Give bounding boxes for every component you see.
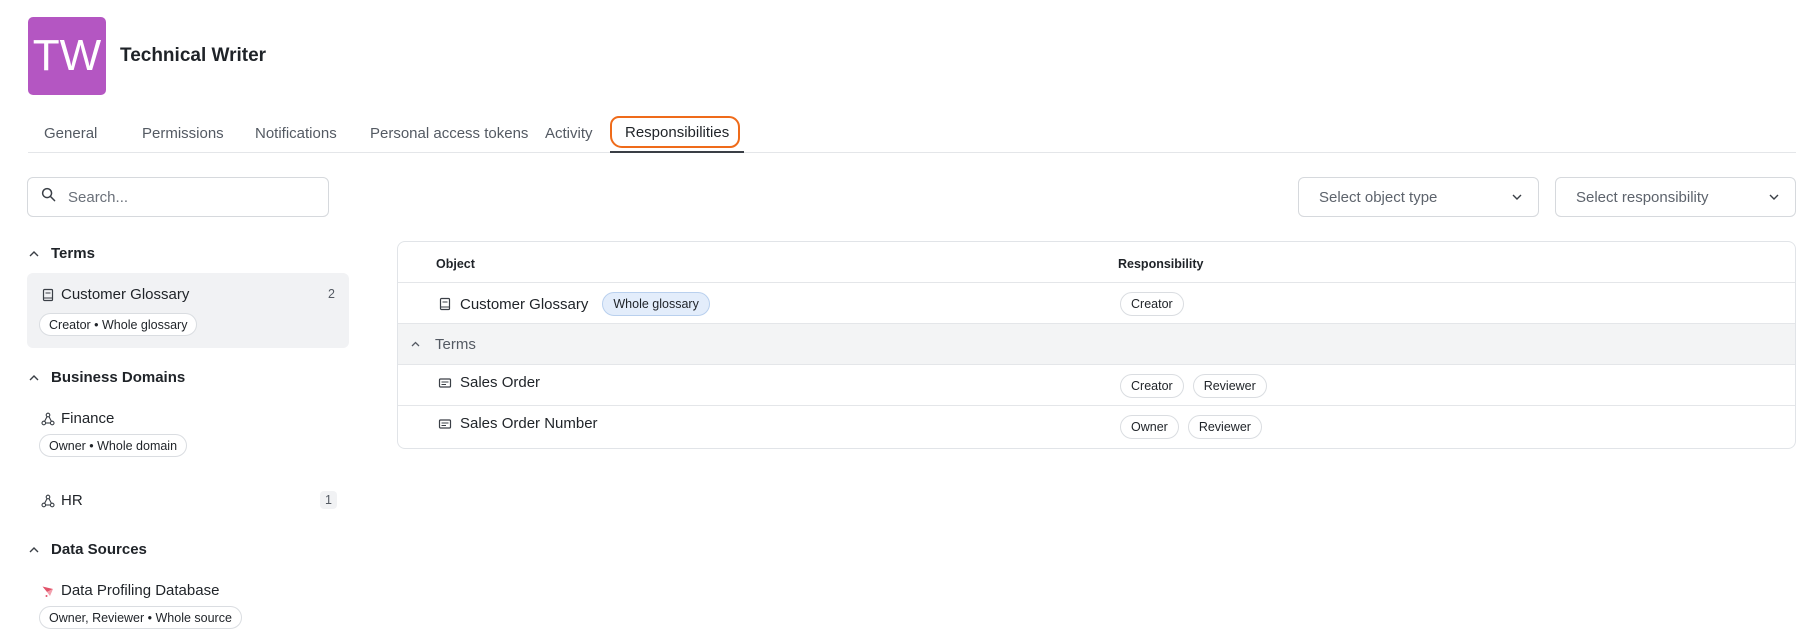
domain-icon	[41, 412, 55, 426]
tab-notifications[interactable]: Notifications	[240, 114, 352, 153]
section-title: Business Domains	[51, 369, 186, 386]
glossary-icon	[438, 297, 452, 311]
tab-bar: General Permissions Notifications Person…	[28, 114, 1796, 153]
section-terms-header[interactable]: Terms	[28, 245, 95, 262]
glossary-icon	[41, 288, 55, 302]
chevron-down-icon	[1769, 194, 1779, 200]
avatar: TW	[28, 17, 106, 95]
sidebar-item-customer-glossary[interactable]: Customer Glossary 2 Creator • Whole glos…	[27, 273, 349, 348]
search-icon	[41, 187, 56, 207]
responsibility-pill: Owner • Whole domain	[39, 434, 188, 457]
responsibility-tag: Creator	[1120, 292, 1184, 316]
sidebar-item-finance[interactable]: Finance Owner • Whole domain	[27, 397, 349, 467]
search-input[interactable]	[68, 188, 308, 206]
table-row[interactable]: Sales Order Creator Reviewer	[398, 365, 1795, 406]
tab-activity[interactable]: Activity	[530, 114, 608, 153]
table-row[interactable]: Sales Order Number Owner Reviewer	[398, 406, 1795, 447]
item-count: 1	[320, 491, 337, 509]
scope-badge: Whole glossary	[602, 292, 710, 316]
section-data-sources-header[interactable]: Data Sources	[28, 541, 147, 558]
responsibility-tag: Reviewer	[1187, 415, 1262, 439]
group-row-terms[interactable]: Terms	[398, 324, 1795, 365]
sidebar-item-data-profiling-database[interactable]: Data Profiling Database Owner, Reviewer …	[27, 569, 349, 641]
domain-icon	[41, 494, 55, 508]
responsibilities-table: Object Responsibility Customer Glossary …	[397, 241, 1796, 449]
tab-general[interactable]: General	[29, 114, 112, 153]
sidebar-item-label: Customer Glossary	[61, 286, 190, 303]
responsibility-select[interactable]: Select responsibility	[1555, 177, 1796, 217]
table-row[interactable]: Customer Glossary Whole glossary Creator	[398, 283, 1795, 324]
sidebar-item-label: Data Profiling Database	[61, 582, 220, 599]
object-type-select-label: Select object type	[1319, 188, 1438, 206]
term-icon	[438, 417, 452, 431]
chevron-down-icon	[1512, 194, 1522, 200]
page-title: Technical Writer	[120, 45, 267, 66]
chevron-up-icon	[29, 374, 39, 380]
responsibility-tag: Creator	[1120, 374, 1184, 398]
section-title: Terms	[51, 245, 95, 262]
datasource-icon	[41, 584, 55, 598]
responsibility-pill: Owner, Reviewer • Whole source	[39, 606, 242, 629]
term-icon	[438, 376, 452, 390]
section-business-domains-header[interactable]: Business Domains	[28, 369, 185, 386]
item-count: 2	[328, 287, 335, 301]
responsibility-select-label: Select responsibility	[1576, 188, 1709, 206]
responsibility-tag: Owner	[1120, 415, 1179, 439]
responsibility-tag: Reviewer	[1192, 374, 1267, 398]
column-header-object: Object	[436, 257, 475, 271]
chevron-up-icon	[411, 341, 420, 347]
responsibility-pill: Creator • Whole glossary	[39, 313, 198, 336]
chevron-up-icon	[29, 546, 39, 552]
object-name[interactable]: Sales Order Number	[460, 415, 598, 432]
tab-responsibilities[interactable]: Responsibilities	[610, 114, 745, 153]
table-header: Object Responsibility	[398, 242, 1795, 283]
tab-personal-access-tokens[interactable]: Personal access tokens	[355, 114, 543, 153]
chevron-up-icon	[29, 250, 39, 256]
group-label: Terms	[435, 336, 476, 353]
sidebar-item-label: HR	[61, 492, 83, 509]
column-header-responsibility: Responsibility	[1118, 257, 1204, 271]
tab-permissions[interactable]: Permissions	[127, 114, 239, 153]
object-name[interactable]: Customer Glossary	[460, 296, 588, 313]
sidebar-item-hr[interactable]: HR 1	[27, 479, 349, 523]
search-box[interactable]	[27, 177, 329, 217]
object-name[interactable]: Sales Order	[460, 374, 540, 391]
sidebar-item-label: Finance	[61, 410, 115, 427]
section-title: Data Sources	[51, 541, 147, 558]
object-type-select[interactable]: Select object type	[1298, 177, 1539, 217]
